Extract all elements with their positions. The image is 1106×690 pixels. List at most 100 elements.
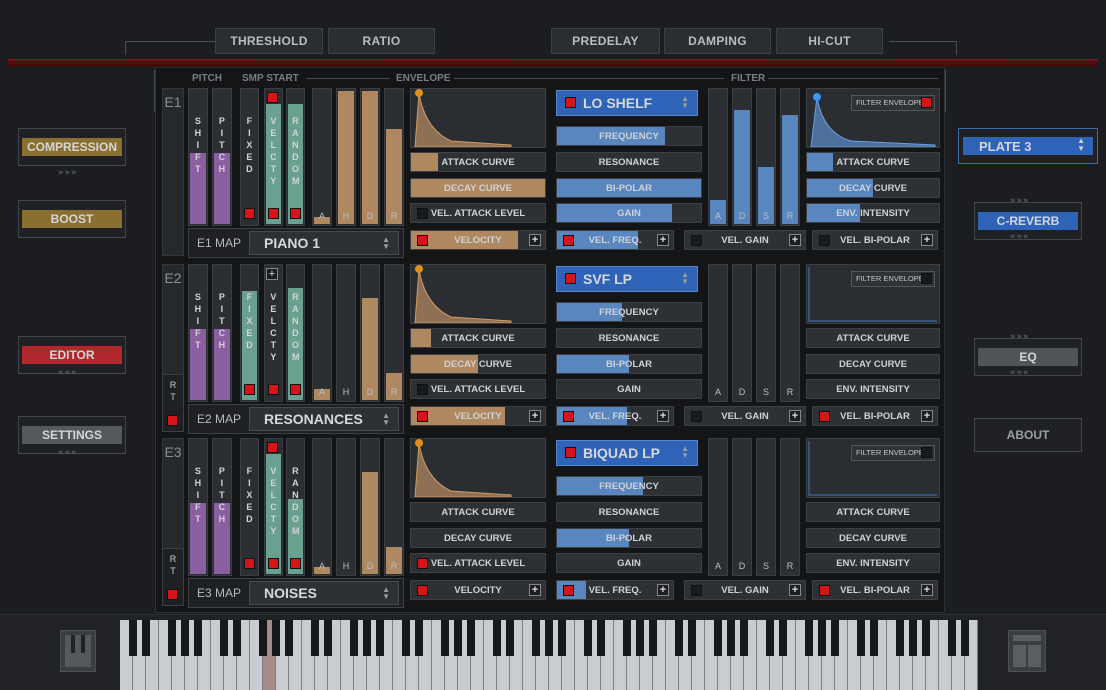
updown-icon[interactable]: ▲ ▼ [681, 95, 689, 110]
updown-icon[interactable]: ▲ ▼ [382, 412, 390, 427]
gain-button[interactable]: GAIN [556, 553, 702, 573]
button-checkbox[interactable] [691, 235, 702, 246]
gain-button[interactable]: GAIN [556, 379, 702, 399]
vel-gain-button[interactable]: VEL. GAIN + [684, 230, 806, 250]
pitch-shift-slider[interactable]: SHIFT [188, 88, 208, 226]
button-checkbox[interactable] [417, 585, 428, 596]
threshold-button[interactable]: THRESHOLD [215, 28, 323, 54]
filter-d-slider[interactable]: D [732, 264, 752, 402]
pitch-random-slider[interactable]: RANDOM [286, 88, 305, 226]
resonance-button[interactable]: RESONANCE [556, 152, 702, 172]
env-intensity-button[interactable]: ENV. INTENSITY [806, 203, 940, 223]
black-key[interactable] [623, 620, 631, 656]
pitch-pitch-slider[interactable]: PITCH [212, 88, 232, 226]
reverb-type-box[interactable]: PLATE 3 ▲ ▼ [958, 128, 1098, 164]
slider-checkbox[interactable] [268, 208, 279, 219]
plus-icon[interactable]: + [789, 584, 801, 596]
filter-envelope-toggle[interactable]: FILTER ENVELOPE [851, 445, 935, 461]
black-key[interactable] [961, 620, 969, 656]
velocity-button[interactable]: VELOCITY + [410, 406, 546, 426]
updown-icon[interactable]: ▲ ▼ [382, 586, 390, 601]
velocity-button[interactable]: VELOCITY + [410, 230, 546, 250]
button-checkbox[interactable] [417, 558, 428, 569]
updown-icon[interactable]: ▲ ▼ [382, 236, 390, 251]
velcty-toggle[interactable] [267, 92, 278, 103]
black-key[interactable] [740, 620, 748, 656]
vel-bipolar-button[interactable]: VEL. BI-POLAR + [812, 230, 938, 250]
envelope-d-slider[interactable]: D [360, 264, 380, 402]
plus-icon[interactable]: + [789, 234, 801, 246]
vel-freq-button[interactable]: VEL. FREQ. + [556, 580, 674, 600]
envelope-display[interactable] [410, 88, 546, 148]
filter-a-slider[interactable]: A [708, 438, 728, 576]
updown-icon[interactable]: ▲ ▼ [681, 445, 689, 460]
pitch-velcty-slider[interactable]: VELCTY [264, 88, 283, 226]
vel-attack-level-button[interactable]: VEL. ATTACK LEVEL [410, 553, 546, 573]
about-button[interactable]: ABOUT [974, 418, 1082, 452]
vel-attack-level-button[interactable]: VEL. ATTACK LEVEL [410, 379, 546, 399]
black-key[interactable] [727, 620, 735, 656]
black-key[interactable] [350, 620, 358, 656]
black-key[interactable] [493, 620, 501, 656]
slider-checkbox[interactable] [268, 558, 279, 569]
attack-curve-button[interactable]: ATTACK CURVE [410, 152, 546, 172]
pitch-pitch-slider[interactable]: PITCH [212, 438, 232, 576]
button-checkbox[interactable] [819, 585, 830, 596]
updown-icon[interactable]: ▲ ▼ [681, 271, 689, 286]
gain-button[interactable]: GAIN [556, 203, 702, 223]
attack-curve-button[interactable]: ATTACK CURVE [410, 502, 546, 522]
eq-button[interactable]: EQ [978, 348, 1078, 366]
updown-icon[interactable]: ▲ ▼ [1077, 137, 1085, 153]
decay-curve-button[interactable]: DECAY CURVE [410, 528, 546, 548]
envelope-h-slider[interactable]: H [336, 438, 356, 576]
black-key[interactable] [506, 620, 514, 656]
map-select[interactable]: RESONANCES ▲ ▼ [249, 407, 399, 431]
black-key[interactable] [454, 620, 462, 656]
vel-gain-button[interactable]: VEL. GAIN + [684, 580, 806, 600]
fenv-attack-curve-button[interactable]: ATTACK CURVE [806, 502, 940, 522]
plus-icon[interactable]: + [921, 234, 933, 246]
rt-box[interactable]: RT [162, 374, 184, 432]
button-checkbox[interactable] [563, 411, 574, 422]
damping-button[interactable]: DAMPING [664, 28, 771, 54]
black-key[interactable] [714, 620, 722, 656]
velocity-button[interactable]: VELOCITY + [410, 580, 546, 600]
black-key[interactable] [441, 620, 449, 656]
filter-a-slider[interactable]: A [708, 264, 728, 402]
filter-envelope-checkbox[interactable] [921, 447, 932, 458]
attack-curve-button[interactable]: ATTACK CURVE [410, 328, 546, 348]
slider-checkbox[interactable] [244, 208, 255, 219]
black-key[interactable] [363, 620, 371, 656]
filter-d-slider[interactable]: D [732, 88, 752, 226]
black-key[interactable] [324, 620, 332, 656]
pitch-fixed-slider[interactable]: FIXED [240, 264, 259, 402]
black-key[interactable] [649, 620, 657, 656]
envelope-r-slider[interactable]: R [384, 264, 404, 402]
vel-bipolar-button[interactable]: VEL. BI-POLAR + [812, 406, 938, 426]
vel-freq-button[interactable]: VEL. FREQ. + [556, 406, 674, 426]
black-key[interactable] [857, 620, 865, 656]
filter-r-slider[interactable]: R [780, 88, 800, 226]
map-select[interactable]: PIANO 1 ▲ ▼ [249, 231, 399, 255]
filter-s-slider[interactable]: S [756, 88, 776, 226]
button-checkbox[interactable] [819, 235, 830, 246]
slider-checkbox[interactable] [268, 384, 279, 395]
plus-icon[interactable]: + [921, 410, 933, 422]
envelope-a-slider[interactable]: A [312, 264, 332, 402]
frequency-button[interactable]: FREQUENCY [556, 476, 702, 496]
plus-icon[interactable]: + [789, 410, 801, 422]
pitch-random-slider[interactable]: RANDOM [286, 438, 305, 576]
boost-button[interactable]: BOOST [22, 210, 122, 228]
piano-icon[interactable] [60, 630, 96, 672]
black-key[interactable] [402, 620, 410, 656]
fenv-attack-curve-button[interactable]: ATTACK CURVE [806, 328, 940, 348]
black-key[interactable] [805, 620, 813, 656]
slider-checkbox[interactable] [244, 384, 255, 395]
envelope-a-slider[interactable]: A [312, 438, 332, 576]
filter-envelope-checkbox[interactable] [921, 273, 932, 284]
black-key[interactable] [922, 620, 930, 656]
black-key[interactable] [831, 620, 839, 656]
ratio-button[interactable]: RATIO [328, 28, 435, 54]
boost-box[interactable]: BOOST [18, 200, 126, 238]
filter-d-slider[interactable]: D [732, 438, 752, 576]
